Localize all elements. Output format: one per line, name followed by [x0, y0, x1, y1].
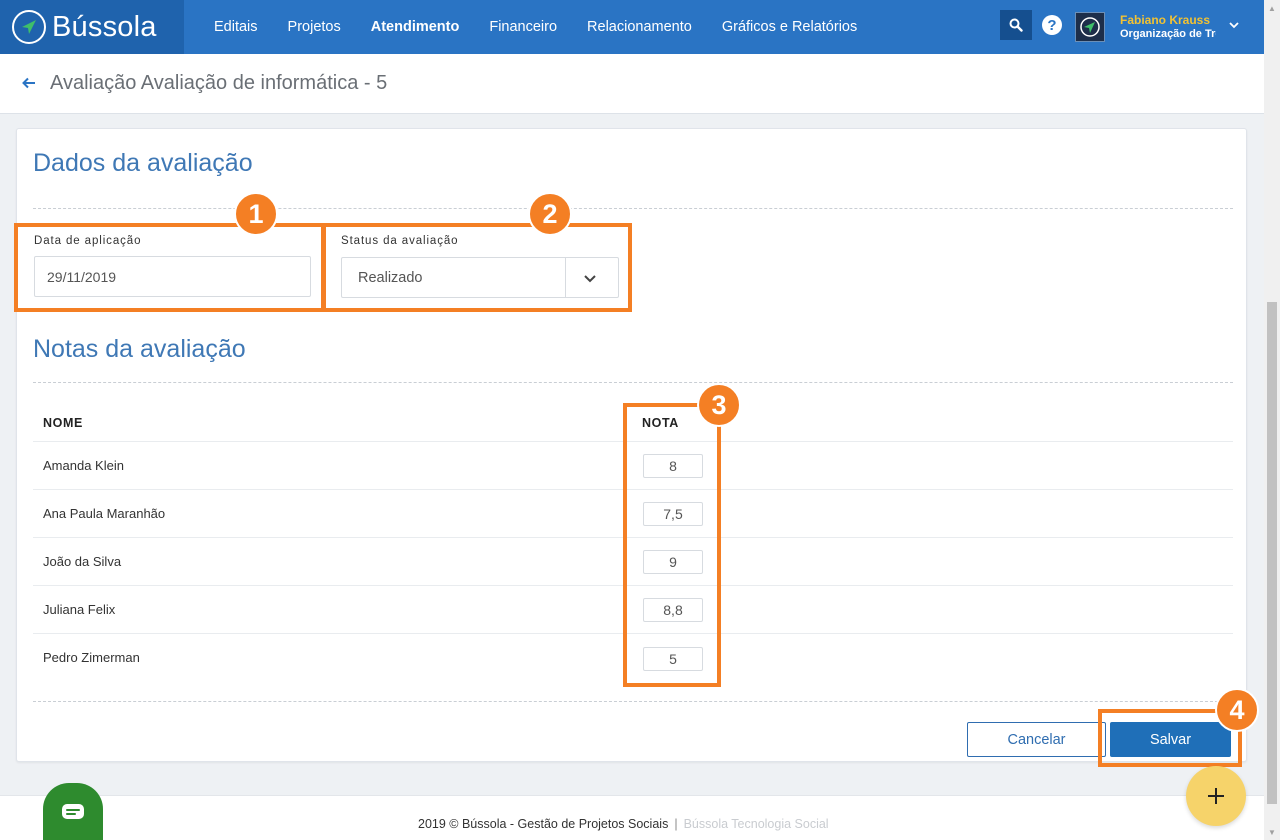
step-badge-2: 2 [528, 192, 572, 236]
footer-separator: | [674, 817, 678, 831]
step-badge-4: 4 [1215, 688, 1259, 732]
highlight-box-1 [14, 223, 325, 312]
search-button[interactable] [1000, 10, 1032, 40]
section-title-notas: Notas da avaliação [33, 335, 246, 363]
chevron-down-icon[interactable] [1229, 18, 1239, 32]
step-badge-1: 1 [234, 192, 278, 236]
highlight-box-3 [623, 403, 721, 687]
plus-icon [1208, 788, 1224, 804]
user-name: Fabiano Krauss [1120, 13, 1211, 27]
footer-link[interactable]: Bússola Tecnologia Social [684, 817, 829, 831]
scroll-down-icon[interactable]: ▼ [1264, 824, 1280, 840]
top-navbar: Bússola Editais Projetos Atendimento Fin… [0, 0, 1264, 54]
app-logo-text: Bússola [52, 10, 157, 43]
compass-icon [12, 10, 46, 44]
nav-item-financeiro[interactable]: Financeiro [489, 19, 557, 35]
highlight-box-2 [322, 223, 632, 312]
cancel-button[interactable]: Cancelar [967, 722, 1106, 757]
page-footer: 2019 © Bússola - Gestão de Projetos Soci… [0, 795, 1264, 840]
footer-copyright: 2019 © Bússola - Gestão de Projetos Soci… [418, 817, 669, 831]
nav-item-relacionamento[interactable]: Relacionamento [587, 19, 692, 35]
section-title-dados: Dados da avaliação [33, 149, 253, 177]
student-name: Pedro Zimerman [43, 650, 140, 665]
student-name: Juliana Felix [43, 602, 116, 617]
search-icon [1009, 18, 1023, 32]
user-organization: Organização de Tre [1120, 28, 1216, 40]
section-divider [33, 701, 1233, 702]
step-badge-3: 3 [697, 383, 741, 427]
student-name: Amanda Klein [43, 458, 124, 473]
nav-item-graficos-relatorios[interactable]: Gráficos e Relatórios [722, 19, 857, 35]
column-header-nome: NOME [43, 416, 83, 430]
help-icon[interactable]: ? [1042, 15, 1062, 35]
page-header: Avaliação Avaliação de informática - 5 [0, 54, 1264, 114]
section-divider [33, 382, 1233, 383]
chat-button[interactable] [43, 783, 103, 840]
nav-item-atendimento[interactable]: Atendimento [371, 19, 460, 35]
section-divider [33, 208, 1233, 209]
chat-icon [62, 803, 84, 819]
student-name: João da Silva [43, 554, 122, 569]
main-nav: Editais Projetos Atendimento Financeiro … [199, 0, 872, 54]
avatar[interactable] [1075, 12, 1105, 42]
vertical-scrollbar[interactable]: ▲ ▼ [1264, 0, 1280, 840]
arrow-left-icon[interactable] [22, 73, 36, 94]
student-name: Ana Paula Maranhão [43, 506, 166, 521]
footer-text: 2019 © Bússola - Gestão de Projetos Soci… [418, 817, 829, 831]
page-title: Avaliação Avaliação de informática - 5 [50, 72, 388, 94]
app-logo[interactable]: Bússola [0, 0, 184, 54]
scroll-up-icon[interactable]: ▲ [1264, 0, 1280, 16]
scrollbar-thumb[interactable] [1267, 302, 1277, 804]
nav-item-projetos[interactable]: Projetos [288, 19, 341, 35]
nav-item-editais[interactable]: Editais [214, 19, 258, 35]
add-button[interactable] [1186, 766, 1246, 826]
user-menu[interactable]: Fabiano Krauss Organização de Tre [1120, 13, 1216, 40]
